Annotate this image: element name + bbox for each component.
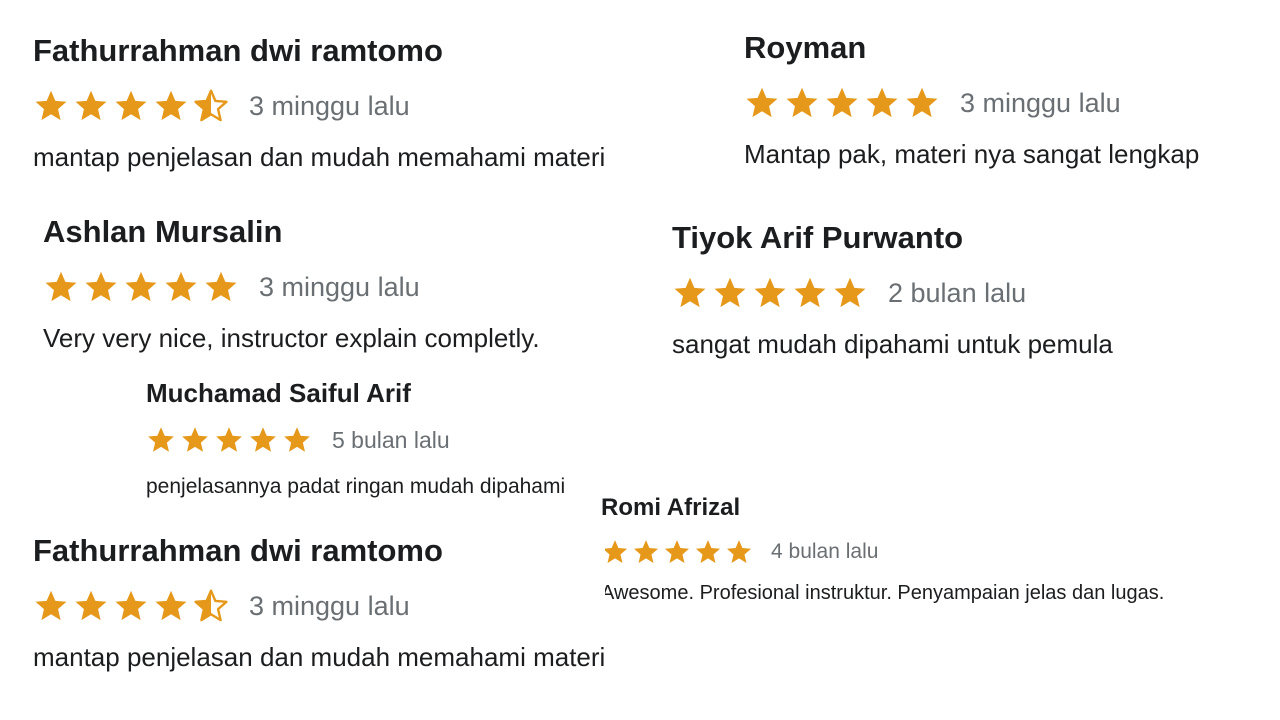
review-meta: 3 minggu lalu	[744, 85, 1199, 121]
star-full-icon	[284, 427, 310, 452]
star-full-icon	[125, 271, 157, 302]
review-time: 3 minggu lalu	[259, 271, 420, 302]
star-full-icon	[866, 87, 898, 118]
review-comment: mantap penjelasan dan mudah memahami mat…	[33, 642, 606, 672]
star-rating	[33, 88, 233, 124]
star-rating	[601, 538, 756, 566]
review-card: Ashlan Mursalin 3 minggu lalu Very very …	[43, 215, 540, 354]
review-time: 4 bulan lalu	[771, 540, 879, 563]
star-rating	[744, 85, 944, 121]
review-meta: 3 minggu lalu	[33, 88, 605, 124]
star-full-icon	[115, 90, 147, 121]
star-full-icon	[250, 427, 276, 452]
reviewer-name: Romi Afrizal	[601, 494, 741, 521]
review-meta: 5 bulan lalu	[146, 425, 588, 455]
star-full-icon	[155, 90, 187, 121]
reviewer-name: Ashlan Mursalin	[43, 214, 283, 249]
review-comment: Very very nice, instructor explain compl…	[43, 323, 540, 353]
review-comment: Mantap pak, materi nya sangat lengkap	[744, 139, 1200, 169]
star-full-icon	[726, 540, 752, 563]
star-full-icon	[664, 540, 690, 563]
star-full-icon	[834, 277, 866, 308]
star-full-icon	[205, 271, 237, 302]
star-full-icon	[746, 87, 778, 118]
review-comment: penjelasannya padat ringan mudah dipaham…	[146, 475, 566, 498]
star-half-icon	[194, 589, 228, 622]
star-full-icon	[906, 87, 938, 118]
reviewer-name: Royman	[744, 30, 867, 65]
review-time: 3 minggu lalu	[960, 87, 1121, 118]
star-full-icon	[794, 277, 826, 308]
star-full-icon	[155, 590, 187, 621]
review-card: Fathurrahman dwi ramtomo 3 minggu lalu m…	[33, 33, 606, 173]
star-full-icon	[714, 277, 746, 308]
star-half-icon	[194, 89, 228, 122]
review-meta: 3 minggu lalu	[43, 269, 540, 305]
star-full-icon	[165, 271, 197, 302]
review-card: Muchamad Saiful Arif 5 bulan lalu penjel…	[146, 378, 588, 508]
star-full-icon	[45, 271, 77, 302]
review-meta: 4 bulan lalu	[601, 538, 1164, 566]
star-full-icon	[633, 540, 659, 563]
review-comment: mantap penjelasan dan mudah memahami mat…	[33, 142, 606, 172]
review-time: 3 minggu lalu	[249, 590, 410, 621]
reviewer-name: Fathurrahman dwi ramtomo	[33, 33, 443, 68]
star-rating	[33, 588, 233, 624]
review-time: 3 minggu lalu	[249, 90, 410, 121]
reviewer-name: Fathurrahman dwi ramtomo	[33, 533, 443, 568]
review-card: Fathurrahman dwi ramtomo 3 minggu lalu m…	[33, 533, 606, 673]
review-time: 5 bulan lalu	[332, 426, 450, 453]
review-card: Royman 3 minggu lalu Mantap pak, materi …	[744, 30, 1200, 170]
star-full-icon	[115, 590, 147, 621]
review-card: Romi Afrizal 4 bulan lalu Awesome. Profe…	[601, 494, 1165, 605]
star-rating	[146, 425, 316, 455]
star-full-icon	[85, 271, 117, 302]
star-full-icon	[75, 90, 107, 121]
star-full-icon	[35, 90, 67, 121]
star-full-icon	[786, 87, 818, 118]
star-full-icon	[826, 87, 858, 118]
star-full-icon	[35, 590, 67, 621]
star-full-icon	[695, 540, 721, 563]
star-full-icon	[674, 277, 706, 308]
review-card: Tiyok Arif Purwanto 2 bulan lalu sangat …	[672, 221, 1113, 360]
reviewer-name: Tiyok Arif Purwanto	[672, 220, 964, 255]
star-rating	[672, 275, 872, 311]
review-meta: 3 minggu lalu	[33, 588, 605, 624]
star-full-icon	[148, 427, 174, 452]
review-meta: 2 bulan lalu	[672, 275, 1113, 311]
star-full-icon	[216, 427, 242, 452]
star-rating	[43, 269, 243, 305]
star-full-icon	[754, 277, 786, 308]
star-full-icon	[75, 590, 107, 621]
review-comment: sangat mudah dipahami untuk pemula	[672, 329, 1113, 359]
star-full-icon	[182, 427, 208, 452]
review-time: 2 bulan lalu	[888, 277, 1027, 308]
reviewer-name: Muchamad Saiful Arif	[146, 378, 411, 408]
review-comment: Awesome. Profesional instruktur. Penyamp…	[601, 582, 1165, 604]
